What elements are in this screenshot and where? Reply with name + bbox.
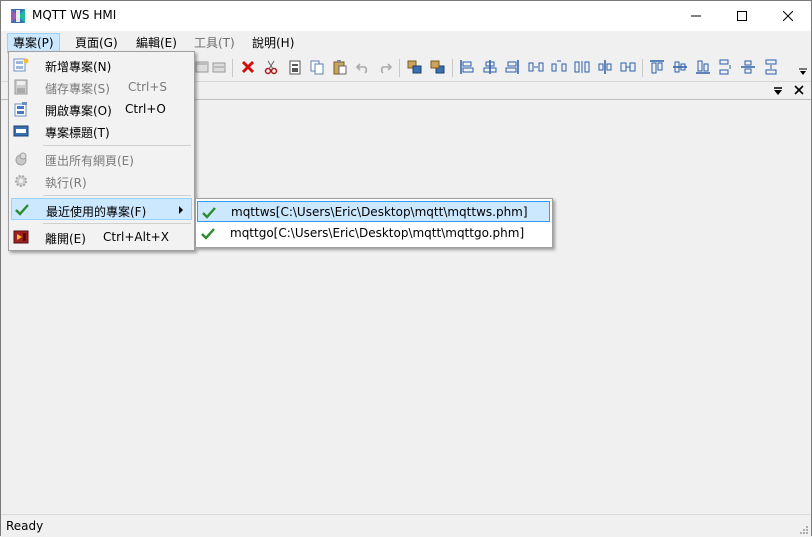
close-icon	[783, 11, 793, 21]
open-project-icon	[14, 102, 27, 117]
center-horizontal-icon[interactable]	[597, 59, 613, 75]
toolbar-separator	[232, 59, 233, 77]
align-right-icon[interactable]	[504, 59, 520, 75]
undo-icon[interactable]	[355, 59, 371, 75]
menu-item-export-pages[interactable]: 匯出所有網頁(E)	[11, 148, 192, 170]
equal-spacing-icon[interactable]	[574, 59, 590, 75]
save-project-icon	[14, 79, 28, 95]
window-stack-icon[interactable]	[211, 59, 227, 75]
recent-projects-submenu: mqttws[C:\Users\Eric\Desktop\mqtt\mqttws…	[195, 198, 553, 248]
menu-item-label: 儲存專案(S)	[45, 82, 110, 96]
menu-item-label: 匯出所有網頁(E)	[45, 154, 134, 168]
menu-help[interactable]: 說明(H)	[247, 34, 299, 52]
toolbar-separator	[642, 59, 643, 77]
menu-project[interactable]: 專案(P)	[7, 33, 60, 53]
project-menu-dropdown: 新增專案(N) 儲存專案(S) Ctrl+S 開啟專案(O) Ctrl+O 專案…	[8, 51, 195, 251]
export-pages-icon	[15, 152, 27, 166]
toolbar-separator	[399, 59, 400, 77]
project-title-icon	[13, 125, 29, 137]
toolbar-separator	[452, 59, 453, 77]
bring-front-icon[interactable]	[407, 59, 423, 75]
toolbar-overflow-icon[interactable]	[798, 67, 808, 77]
cut-icon[interactable]	[263, 59, 279, 75]
paste-icon[interactable]	[332, 59, 348, 75]
align-center-icon[interactable]	[482, 59, 498, 75]
menu-bar: 專案(P) 頁面(G) 編輯(E) 工具(T) 說明(H)	[1, 33, 811, 53]
app-logo-icon	[11, 9, 25, 23]
minimize-icon	[691, 15, 701, 17]
new-project-icon	[13, 58, 29, 72]
status-text: Ready	[6, 519, 44, 533]
menu-edit[interactable]: 編輯(E)	[131, 34, 182, 52]
pane-menu-icon[interactable]	[773, 86, 783, 96]
menu-tools[interactable]: 工具(T)	[189, 34, 240, 52]
recent-item-label: mqttgo[C:\Users\Eric\Desktop\mqtt\mqttgo…	[230, 226, 525, 240]
menu-item-recent-projects[interactable]: 最近使用的專案(F)	[11, 198, 192, 220]
resize-grip-icon[interactable]	[799, 525, 809, 535]
copy-icon[interactable]	[309, 59, 325, 75]
minimize-button[interactable]	[673, 1, 719, 31]
align-middle-icon[interactable]	[672, 59, 688, 75]
menu-separator	[43, 195, 191, 196]
menu-item-shortcut: Ctrl+O	[125, 102, 166, 116]
recent-item-mqttgo[interactable]: mqttgo[C:\Users\Eric\Desktop\mqtt\mqttgo…	[197, 223, 550, 244]
menu-item-label: 最近使用的專案(F)	[46, 205, 147, 219]
recent-item-label: mqttws[C:\Users\Eric\Desktop\mqtt\mqttws…	[231, 205, 528, 219]
checkmark-icon	[201, 228, 215, 240]
menu-item-shortcut: Ctrl+Alt+X	[103, 230, 169, 244]
checkmark-icon	[202, 207, 216, 219]
title-bar: MQTT WS HMI	[1, 1, 811, 31]
menu-item-label: 專案標題(T)	[45, 126, 110, 140]
status-bar: Ready	[1, 514, 811, 537]
exit-door-icon	[13, 230, 29, 244]
menu-item-run[interactable]: 執行(R)	[11, 170, 192, 192]
menu-item-save-project[interactable]: 儲存專案(S) Ctrl+S	[11, 76, 192, 98]
distribute-horizontal-icon[interactable]	[528, 59, 544, 75]
menu-separator	[43, 145, 191, 146]
distribute-vertical-icon[interactable]	[717, 59, 733, 75]
menu-page[interactable]: 頁面(G)	[70, 34, 123, 52]
pane-close-icon[interactable]	[794, 85, 804, 95]
run-gear-icon	[15, 175, 27, 187]
menu-item-exit[interactable]: 離開(E) Ctrl+Alt+X	[11, 226, 192, 248]
menu-separator	[43, 223, 191, 224]
delete-icon[interactable]	[240, 59, 256, 75]
recent-item-mqttws[interactable]: mqttws[C:\Users\Eric\Desktop\mqtt\mqttws…	[197, 201, 550, 222]
same-height-icon[interactable]	[763, 59, 779, 75]
menu-item-open-project[interactable]: 開啟專案(O) Ctrl+O	[11, 98, 192, 120]
menu-item-shortcut: Ctrl+S	[128, 80, 168, 94]
maximize-icon	[737, 11, 747, 21]
align-left-icon[interactable]	[459, 59, 475, 75]
checkmark-icon	[15, 204, 29, 216]
window-title: MQTT WS HMI	[32, 8, 117, 22]
submenu-arrow-icon	[179, 206, 183, 214]
maximize-button[interactable]	[719, 1, 765, 31]
align-top-icon[interactable]	[649, 59, 665, 75]
menu-item-label: 新增專案(N)	[45, 60, 112, 74]
paste-clip-icon[interactable]	[287, 59, 303, 75]
menu-item-label: 離開(E)	[45, 232, 86, 246]
close-button[interactable]	[765, 1, 811, 31]
window-icon[interactable]	[194, 59, 210, 75]
menu-item-project-title[interactable]: 專案標題(T)	[11, 120, 192, 142]
same-width-icon[interactable]	[620, 59, 636, 75]
space-horizontal-icon[interactable]	[551, 59, 567, 75]
redo-icon[interactable]	[377, 59, 393, 75]
align-bottom-icon[interactable]	[695, 59, 711, 75]
menu-item-label: 執行(R)	[45, 176, 87, 190]
center-vertical-icon[interactable]	[740, 59, 756, 75]
send-back-icon[interactable]	[430, 59, 446, 75]
menu-item-new-project[interactable]: 新增專案(N)	[11, 54, 192, 76]
menu-item-label: 開啟專案(O)	[45, 104, 112, 118]
